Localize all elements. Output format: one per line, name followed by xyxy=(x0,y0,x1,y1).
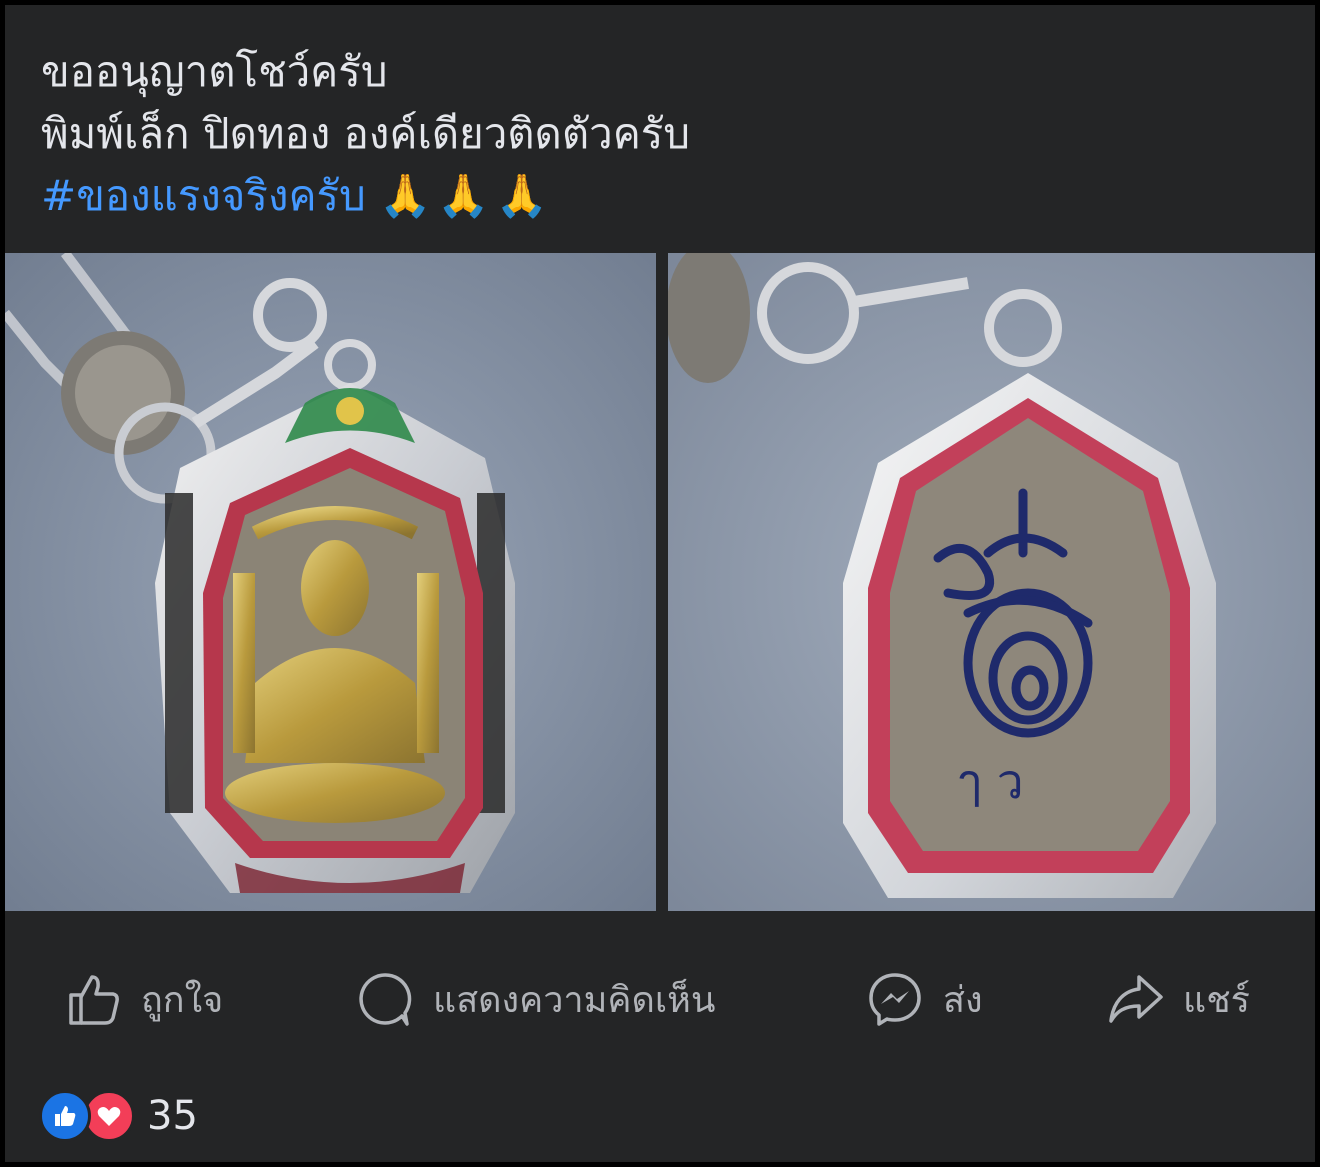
amulet-back-image: ๅ ว xyxy=(668,253,1315,911)
share-arrow-icon xyxy=(1109,975,1163,1023)
comment-bubble-icon xyxy=(359,973,412,1026)
photo-amulet-front[interactable] xyxy=(5,253,656,911)
photo-amulet-back[interactable]: ๅ ว xyxy=(668,253,1315,911)
pray-emoji: 🙏🙏🙏 xyxy=(379,171,555,220)
comment-label: แสดงความคิดเห็น xyxy=(433,979,716,1021)
comment-button[interactable]: แสดงความคิดเห็น xyxy=(355,967,715,1031)
send-label: ส่ง xyxy=(943,979,983,1021)
thumbs-up-icon xyxy=(69,975,119,1025)
messenger-icon xyxy=(869,973,921,1026)
amulet-front-image xyxy=(5,253,656,911)
share-label: แชร์ xyxy=(1183,979,1250,1021)
action-bar: ถูกใจ แสดงความคิดเห็น ส่ง แชร์ xyxy=(5,955,1315,1045)
post-line-3: #ของแรงจริงครับ 🙏🙏🙏 xyxy=(41,165,1281,227)
share-button[interactable]: แชร์ xyxy=(1105,967,1250,1031)
like-button[interactable]: ถูกใจ xyxy=(63,967,223,1031)
post-card: ขออนุญาตโชว์ครับ พิมพ์เล็ก ปิดทอง องค์เด… xyxy=(5,5,1315,1162)
post-line-2: พิมพ์เล็ก ปิดทอง องค์เดียวติดตัวครับ xyxy=(41,109,691,158)
send-button[interactable]: ส่ง xyxy=(865,967,983,1031)
post-text: ขออนุญาตโชว์ครับ พิมพ์เล็ก ปิดทอง องค์เด… xyxy=(41,41,1281,227)
reaction-count: 35 xyxy=(147,1093,198,1139)
hashtag-link[interactable]: #ของแรงจริงครับ xyxy=(41,171,366,220)
reactions-summary[interactable]: 35 xyxy=(39,1090,198,1142)
like-reaction-icon xyxy=(39,1090,91,1142)
like-label: ถูกใจ xyxy=(141,979,224,1021)
back-inscription: ๅ ว xyxy=(958,754,1024,810)
post-line-1: ขออนุญาตโชว์ครับ xyxy=(41,47,388,96)
